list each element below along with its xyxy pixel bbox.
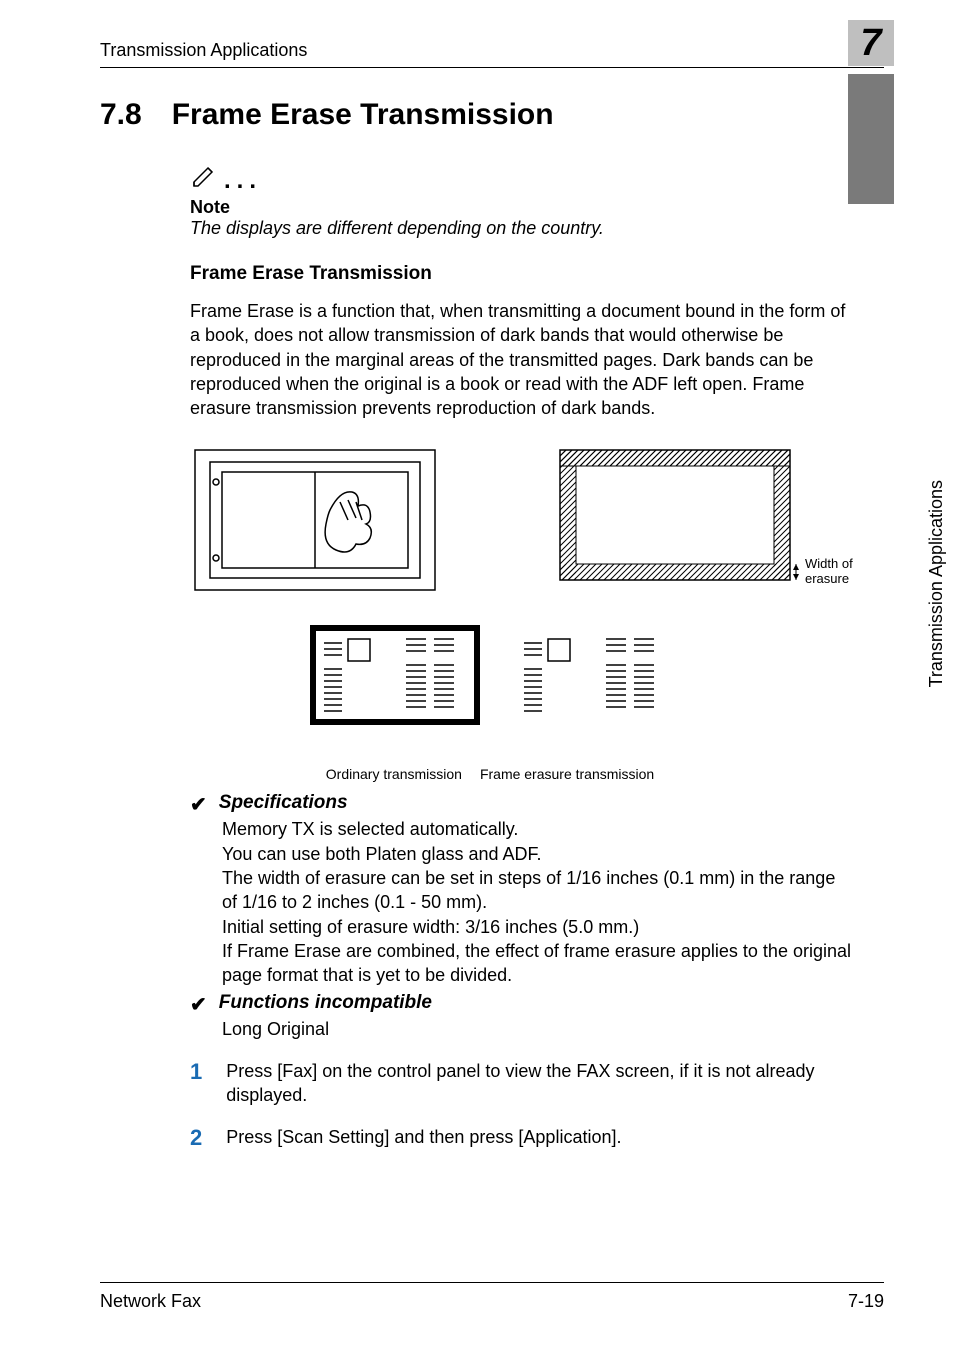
note-block: ... Note The displays are different depe… <box>190 160 884 239</box>
spec-line-4: If Frame Erase are combined, the effect … <box>222 939 854 988</box>
side-chapter-label: Chapter 7 <box>926 80 947 200</box>
subsection-title: Frame Erase Transmission <box>190 263 884 285</box>
incompatible-heading-row: ✔ Functions incompatible <box>190 992 884 1017</box>
figure-block: Width of erasure <box>190 440 884 782</box>
footer-left: Network Fax <box>100 1291 201 1312</box>
ellipsis-icon: ... <box>224 167 262 195</box>
caption-erasure: Frame erasure transmission <box>480 766 654 782</box>
specifications-heading: Specifications <box>219 792 348 817</box>
side-chapter-background <box>848 74 894 204</box>
header-rule <box>100 67 884 68</box>
pencil-icon <box>190 160 220 195</box>
section-heading: 7.8 Frame Erase Transmission <box>100 98 884 132</box>
running-head: Transmission Applications <box>100 40 884 61</box>
note-body: The displays are different depending on … <box>190 218 884 239</box>
spec-line-3: Initial setting of erasure width: 3/16 i… <box>222 915 854 939</box>
section-number: 7.8 <box>100 98 142 132</box>
step-2-text: Press [Scan Setting] and then press [App… <box>226 1125 621 1151</box>
step-2-row: 2 Press [Scan Setting] and then press [A… <box>190 1125 884 1151</box>
step-2-number: 2 <box>190 1125 202 1151</box>
spec-line-1: You can use both Platen glass and ADF. <box>222 842 854 866</box>
transmission-compare-figure <box>310 620 954 760</box>
note-label: Note <box>190 197 884 218</box>
step-1-row: 1 Press [Fax] on the control panel to vi… <box>190 1059 884 1108</box>
footer-right: 7-19 <box>848 1291 884 1312</box>
scanner-and-erasure-figure: Width of erasure <box>190 440 890 620</box>
chapter-number-badge: 7 <box>848 20 894 66</box>
spec-line-2: The width of erasure can be set in steps… <box>222 866 854 915</box>
width-label-line1: Width of <box>805 556 853 571</box>
footer-rule <box>100 1282 884 1283</box>
check-icon: ✔ <box>190 992 207 1017</box>
specifications-heading-row: ✔ Specifications <box>190 792 884 817</box>
step-1-number: 1 <box>190 1059 202 1108</box>
spec-line-0: Memory TX is selected automatically. <box>222 817 854 841</box>
step-1-text: Press [Fax] on the control panel to view… <box>226 1059 854 1108</box>
caption-ordinary: Ordinary transmission <box>326 766 462 782</box>
side-section-label: Transmission Applications <box>926 480 947 880</box>
page-footer: Network Fax 7-19 <box>100 1282 884 1312</box>
incompatible-body: Long Original <box>222 1017 854 1041</box>
check-icon: ✔ <box>190 792 207 817</box>
section-title: Frame Erase Transmission <box>172 98 554 132</box>
intro-paragraph: Frame Erase is a function that, when tra… <box>190 299 854 420</box>
incompatible-heading: Functions incompatible <box>219 992 432 1017</box>
width-label-line2: erasure <box>805 571 849 586</box>
